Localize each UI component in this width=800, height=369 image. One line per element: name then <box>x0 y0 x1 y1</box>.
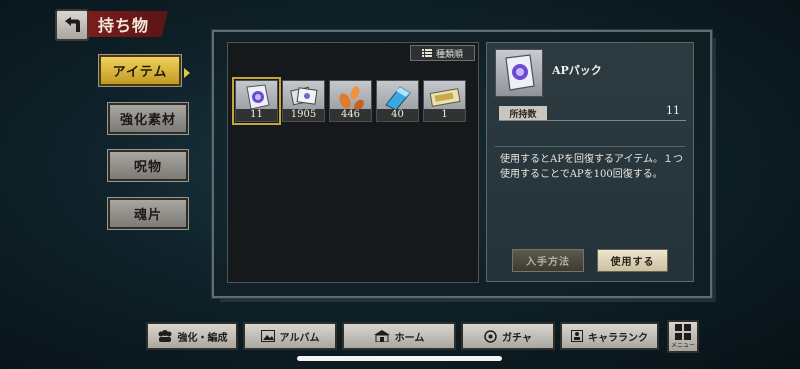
item-slot-ticket[interactable]: 1 <box>423 80 466 122</box>
active-tab-arrow-icon <box>184 68 190 78</box>
rank-icon <box>571 330 583 342</box>
nav-enhance-formation[interactable]: 強化・編成 <box>146 322 238 350</box>
sort-label: 種類順 <box>435 49 463 60</box>
sort-icon <box>421 49 432 57</box>
petals-icon <box>339 86 364 111</box>
item-slot-petals[interactable]: 446 <box>329 80 372 122</box>
item-slot-crystal[interactable]: 40 <box>376 80 419 122</box>
back-arrow-icon <box>65 17 80 32</box>
item-count: 40 <box>377 109 418 121</box>
back-button[interactable] <box>55 9 89 41</box>
ap-pack-icon <box>246 84 270 110</box>
gacha-icon <box>484 329 497 343</box>
nav-character-rank[interactable]: キャラランク <box>560 322 659 350</box>
page-title: 持ち物 <box>88 11 168 37</box>
grid-menu-icon <box>675 324 691 340</box>
owned-count-value: 11 <box>666 104 680 117</box>
detail-item-image <box>495 49 543 97</box>
menu-button[interactable]: メニュー <box>667 320 699 353</box>
item-grid <box>227 42 479 283</box>
nav-label: ホーム <box>394 332 425 344</box>
item-slot-cards[interactable]: 1905 <box>282 80 325 122</box>
use-item-button[interactable]: 使用する <box>597 249 668 272</box>
nav-label: 強化・編成 <box>177 332 228 344</box>
home-indicator[interactable] <box>297 356 502 361</box>
menu-label: メニュー <box>670 342 695 349</box>
ticket-icon <box>429 88 461 107</box>
nav-home[interactable]: ホーム <box>342 322 456 350</box>
how-to-obtain-button[interactable]: 入手方法 <box>512 249 584 272</box>
home-icon <box>373 330 390 342</box>
tab-soul-fragments[interactable]: 魂片 <box>107 197 189 230</box>
item-count: 446 <box>330 109 371 121</box>
item-count: 1 <box>424 109 465 121</box>
nav-label: アルバム <box>279 332 320 344</box>
album-icon <box>260 330 275 342</box>
nav-gacha[interactable]: ガチャ <box>461 322 555 350</box>
detail-divider <box>495 146 685 147</box>
item-count: 11 <box>236 109 277 121</box>
detail-item-name: APパック <box>552 64 602 77</box>
tab-items[interactable]: アイテム <box>98 54 182 87</box>
nav-label: キャラランク <box>588 332 648 344</box>
sort-button[interactable]: 種類順 <box>410 45 475 61</box>
tab-curses[interactable]: 呪物 <box>107 149 189 182</box>
team-icon <box>157 330 173 342</box>
item-count: 1905 <box>283 109 324 121</box>
card-stack-icon <box>290 86 318 106</box>
nav-album[interactable]: アルバム <box>243 322 337 350</box>
item-description: 使用するとAPを回復するアイテム。１つ使用することでAPを100回復する。 <box>500 154 683 180</box>
item-slot-ap-pack[interactable]: 11 <box>232 77 281 125</box>
nav-label: ガチャ <box>502 332 532 344</box>
owned-count-underline <box>499 120 686 121</box>
owned-count-label: 所持数 <box>499 106 547 120</box>
tab-materials[interactable]: 強化素材 <box>107 102 189 135</box>
crystal-icon <box>385 86 411 111</box>
ap-pack-icon <box>505 54 535 91</box>
